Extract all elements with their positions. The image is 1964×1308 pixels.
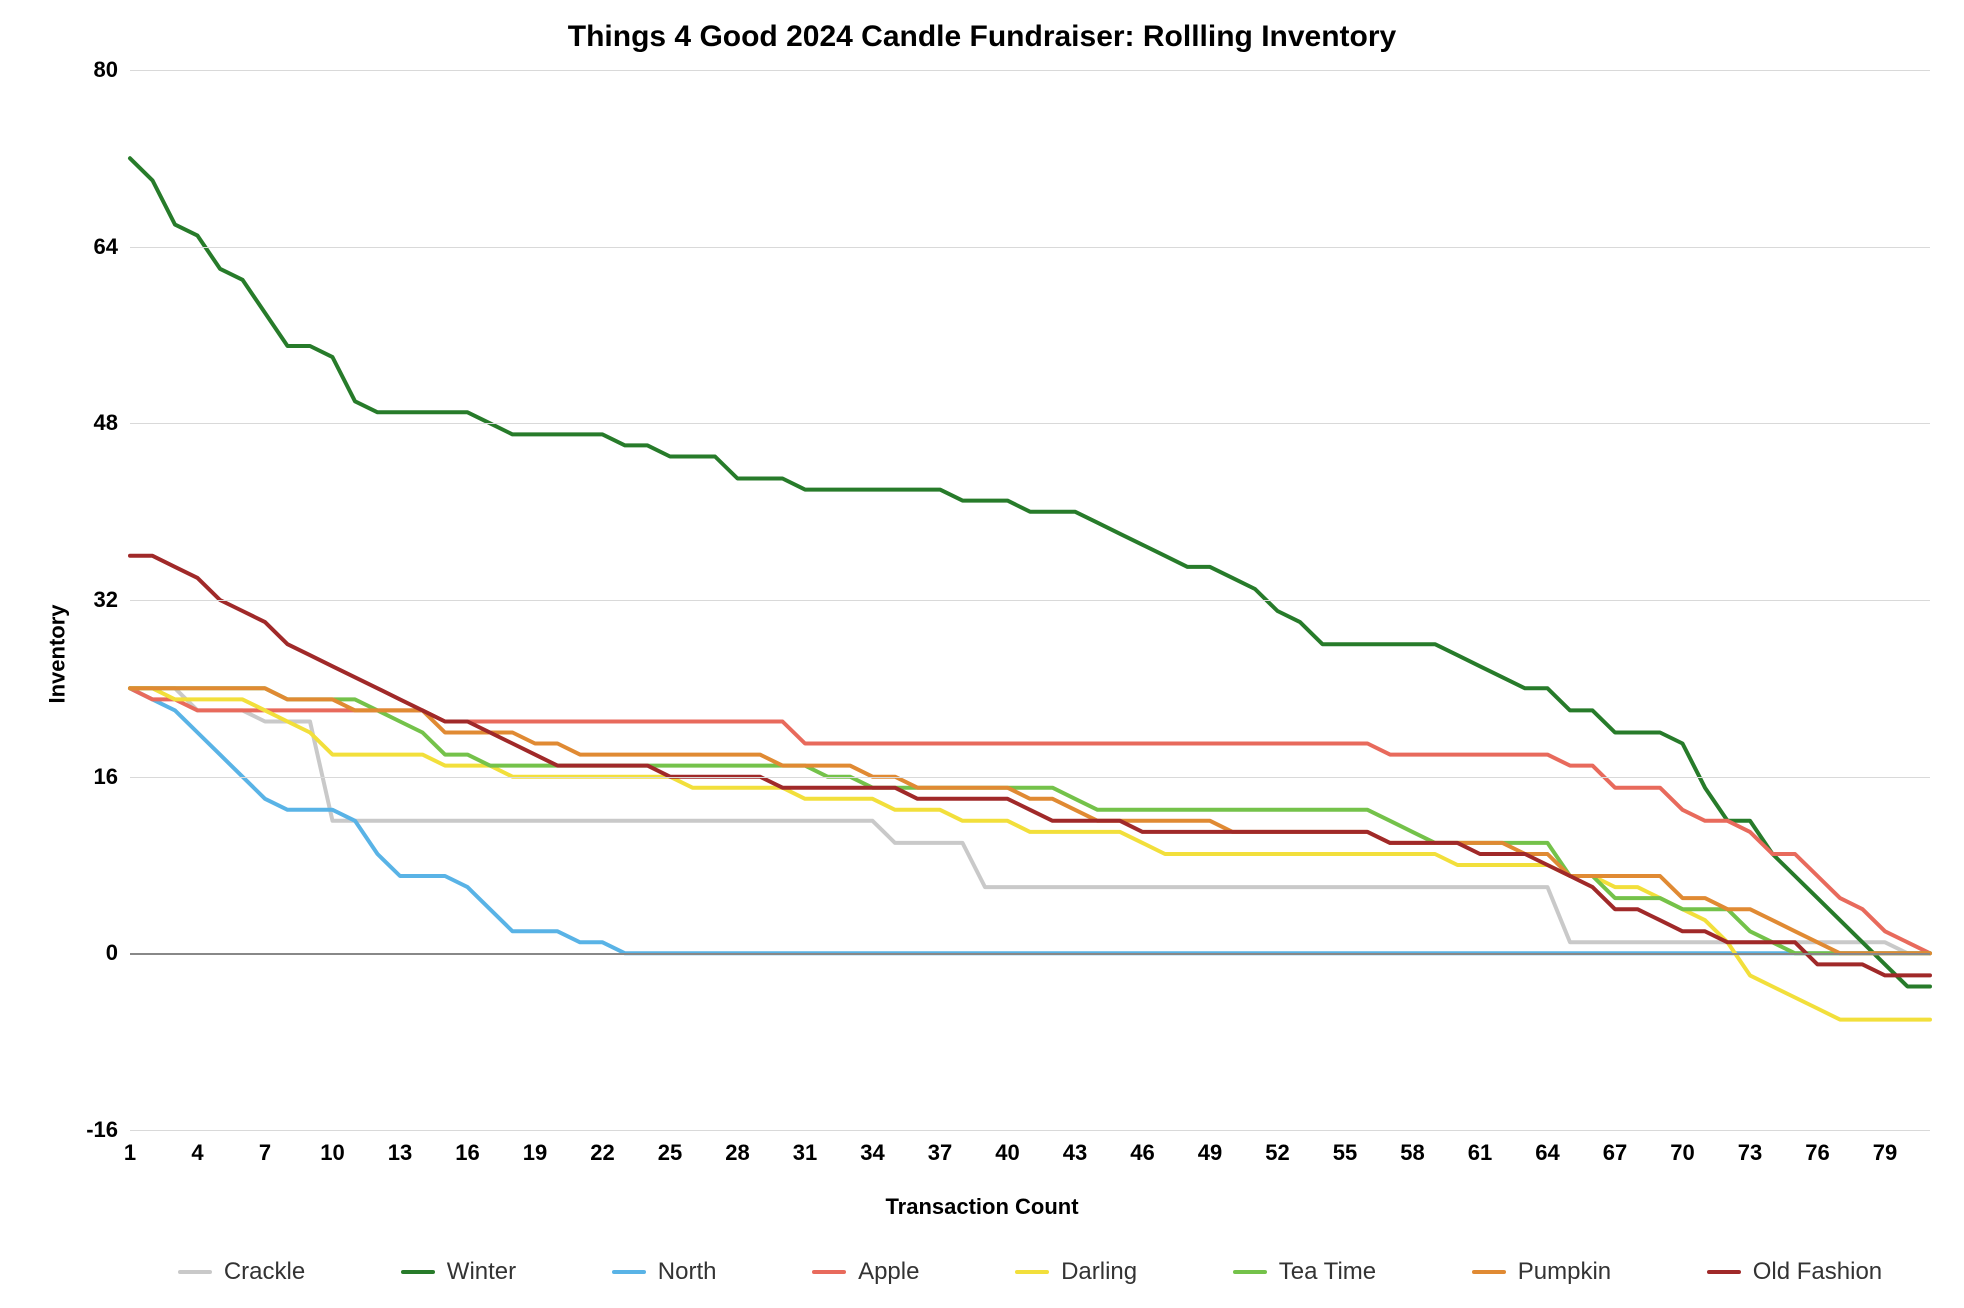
legend-label: Tea Time — [1279, 1258, 1376, 1286]
x-tick-label: 13 — [388, 1140, 412, 1166]
legend-item: Old Fashion — [1707, 1258, 1882, 1286]
y-tick-label: 80 — [94, 57, 130, 83]
legend-label: Old Fashion — [1753, 1258, 1882, 1286]
gridline — [130, 70, 1930, 71]
x-tick-label: 46 — [1130, 1140, 1154, 1166]
gridline — [130, 423, 1930, 424]
legend-item: Apple — [812, 1258, 919, 1286]
gridline — [130, 777, 1930, 778]
x-axis-ticks: 1471013161922252831343740434649525558616… — [130, 1140, 1930, 1168]
legend-swatch — [612, 1270, 646, 1274]
legend-label: North — [658, 1258, 717, 1286]
series-line — [130, 556, 1930, 976]
x-tick-label: 40 — [995, 1140, 1019, 1166]
legend-item: Crackle — [178, 1258, 305, 1286]
x-tick-label: 52 — [1265, 1140, 1289, 1166]
plot-area: -1601632486480 — [130, 70, 1930, 1130]
series-line — [130, 688, 1930, 953]
legend-label: Crackle — [224, 1258, 305, 1286]
x-tick-label: 70 — [1670, 1140, 1694, 1166]
y-tick-label: 48 — [94, 410, 130, 436]
x-tick-label: 49 — [1198, 1140, 1222, 1166]
chart-container: Things 4 Good 2024 Candle Fundraiser: Ro… — [0, 0, 1964, 1308]
gridline — [130, 1130, 1930, 1131]
legend-label: Pumpkin — [1518, 1258, 1611, 1286]
legend-swatch — [401, 1270, 435, 1274]
legend-item: Tea Time — [1233, 1258, 1376, 1286]
legend-label: Winter — [447, 1258, 516, 1286]
legend-swatch — [1233, 1270, 1267, 1274]
legend-item: Winter — [401, 1258, 516, 1286]
x-tick-label: 61 — [1468, 1140, 1492, 1166]
series-line — [130, 688, 1930, 1019]
legend-item: North — [612, 1258, 717, 1286]
x-tick-label: 10 — [320, 1140, 344, 1166]
legend-swatch — [1707, 1270, 1741, 1274]
x-tick-label: 34 — [860, 1140, 884, 1166]
gridline — [130, 600, 1930, 601]
y-tick-label: 0 — [106, 940, 130, 966]
x-axis-label: Transaction Count — [0, 1194, 1964, 1220]
y-axis-label: Inventory — [45, 604, 71, 703]
x-tick-label: 43 — [1063, 1140, 1087, 1166]
x-tick-label: 28 — [725, 1140, 749, 1166]
x-tick-label: 67 — [1603, 1140, 1627, 1166]
legend-label: Apple — [858, 1258, 919, 1286]
zero-line — [130, 953, 1930, 955]
x-tick-label: 4 — [191, 1140, 203, 1166]
series-line — [130, 158, 1930, 986]
x-tick-label: 25 — [658, 1140, 682, 1166]
x-tick-label: 55 — [1333, 1140, 1357, 1166]
chart-title: Things 4 Good 2024 Candle Fundraiser: Ro… — [0, 20, 1964, 54]
legend-swatch — [812, 1270, 846, 1274]
x-tick-label: 16 — [455, 1140, 479, 1166]
legend-swatch — [1472, 1270, 1506, 1274]
x-tick-label: 37 — [928, 1140, 952, 1166]
gridline — [130, 247, 1930, 248]
x-tick-label: 79 — [1873, 1140, 1897, 1166]
x-tick-label: 7 — [259, 1140, 271, 1166]
y-tick-label: 64 — [94, 234, 130, 260]
x-tick-label: 73 — [1738, 1140, 1762, 1166]
x-tick-label: 22 — [590, 1140, 614, 1166]
legend-swatch — [1015, 1270, 1049, 1274]
x-tick-label: 76 — [1805, 1140, 1829, 1166]
x-tick-label: 1 — [124, 1140, 136, 1166]
x-tick-label: 19 — [523, 1140, 547, 1166]
x-tick-label: 58 — [1400, 1140, 1424, 1166]
y-tick-label: 16 — [94, 764, 130, 790]
legend: Crackle Winter North Apple Darling Tea Time Pu… — [130, 1258, 1930, 1286]
y-tick-label: 32 — [94, 587, 130, 613]
x-tick-label: 31 — [793, 1140, 817, 1166]
legend-swatch — [178, 1270, 212, 1274]
legend-label: Darling — [1061, 1258, 1137, 1286]
x-tick-label: 64 — [1535, 1140, 1559, 1166]
legend-item: Darling — [1015, 1258, 1137, 1286]
legend-item: Pumpkin — [1472, 1258, 1611, 1286]
